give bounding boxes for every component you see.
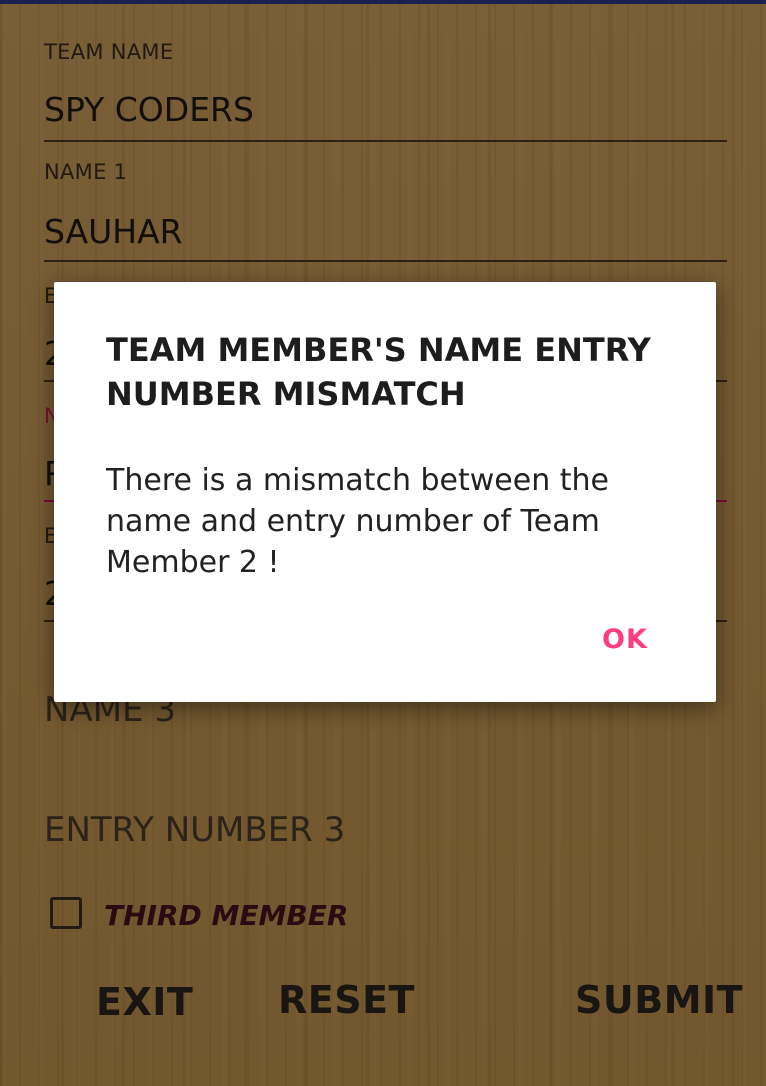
dialog-title: TEAM MEMBER'S NAME ENTRY NUMBER MISMATCH	[106, 331, 651, 413]
dialog-message: There is a mismatch between the name and…	[106, 463, 609, 580]
mismatch-dialog: TEAM MEMBER'S NAME ENTRY NUMBER MISMATCH…	[54, 282, 716, 702]
ok-button[interactable]: OK	[602, 624, 648, 655]
